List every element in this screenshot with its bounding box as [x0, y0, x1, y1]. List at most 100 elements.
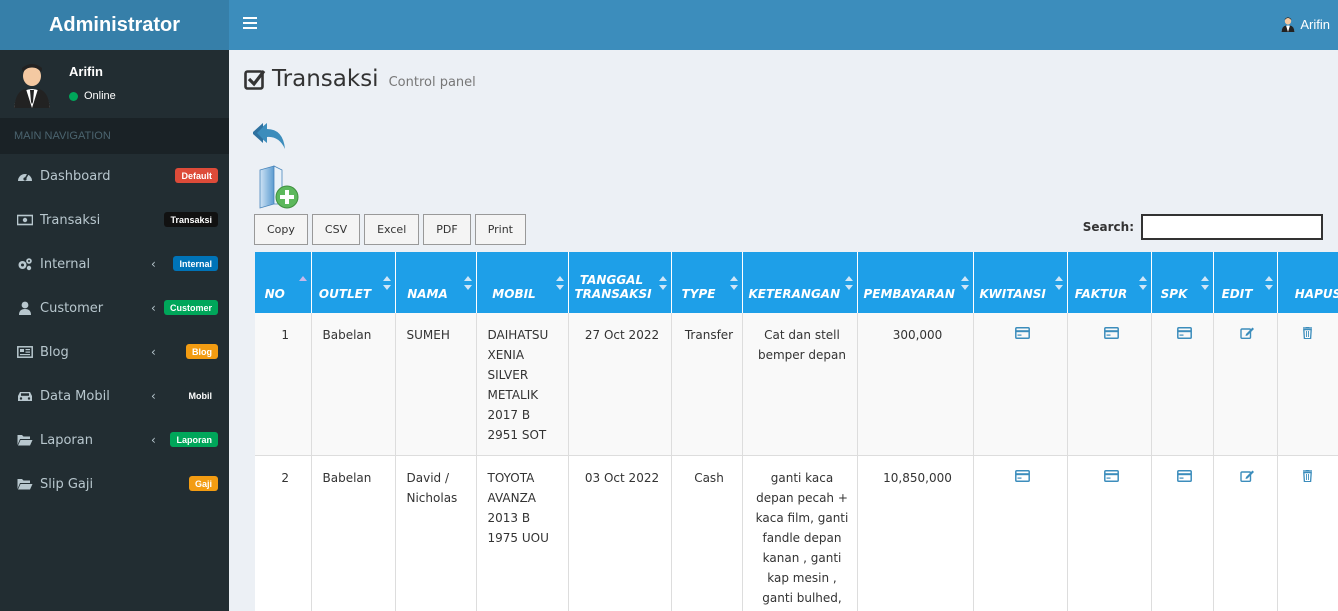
- add-document-icon[interactable]: [256, 164, 300, 212]
- copy-button[interactable]: Copy: [254, 214, 308, 245]
- table-row[interactable]: 2 Babelan David / Nicholas TOYOTA AVANZA 20…: [255, 455, 1338, 611]
- column-header-label: NO: [264, 287, 285, 301]
- edit-icon[interactable]: [1240, 327, 1255, 342]
- column-header-mobil[interactable]: MOBIL: [476, 252, 569, 313]
- cell-type: Cash: [671, 455, 743, 611]
- sidebar-item-label: Internal: [40, 256, 91, 272]
- content: Transaksi Control panel Copy CSV Excel PDF P…: [229, 50, 1338, 611]
- sidebar-badge: Customer: [163, 300, 218, 315]
- sidebar-toggle-icon[interactable]: [243, 17, 257, 31]
- cell-outlet: Babelan: [311, 313, 396, 456]
- column-header-label: OUTLET: [318, 287, 372, 301]
- sidebar-badge: Laporan: [170, 432, 218, 447]
- cell-no: 2: [255, 455, 312, 611]
- app-logo[interactable]: Administrator: [0, 0, 229, 50]
- cell-keterangan: ganti kaca depan pecah + kaca film, gant…: [742, 455, 858, 611]
- column-header-outlet[interactable]: OUTLET: [311, 252, 396, 313]
- column-header-no[interactable]: NO: [255, 252, 312, 313]
- csv-button[interactable]: CSV: [311, 214, 361, 245]
- cogs-icon: [17, 257, 33, 271]
- sidebar-item-label: Blog: [40, 344, 69, 360]
- cell-kwitansi: [973, 455, 1068, 611]
- sidebar-item-dashboard[interactable]: Dashboard Default: [0, 154, 229, 198]
- spk-credit-card-icon[interactable]: [1177, 327, 1192, 342]
- sort-icon: [1200, 276, 1209, 290]
- sidebar-item-laporan[interactable]: Laporan ‹ Laporan: [0, 418, 229, 462]
- cell-spk: [1151, 455, 1214, 611]
- column-header-pembayaran[interactable]: PEMBAYARAN: [857, 252, 974, 313]
- sidebar-badge: Blog: [186, 344, 218, 359]
- sidebar-badge: Gaji: [188, 476, 218, 491]
- sidebar-badge: Mobil: [182, 388, 218, 403]
- faktur-credit-card-icon[interactable]: [1104, 327, 1119, 342]
- sidebar-menu: Dashboard Default Transaksi Transaksi Intern…: [0, 154, 229, 506]
- sidebar-item-label: Data Mobil: [40, 388, 110, 404]
- online-dot-icon: [69, 91, 78, 101]
- excel-button[interactable]: Excel: [364, 214, 420, 245]
- cell-faktur: [1067, 455, 1152, 611]
- edit-icon[interactable]: [1240, 470, 1255, 485]
- user-status: Online: [69, 90, 116, 102]
- money-icon: [16, 213, 34, 227]
- search-box: Search:: [1083, 214, 1323, 240]
- sidebar-item-internal[interactable]: Internal ‹ Internal: [0, 242, 229, 286]
- column-header-keterangan[interactable]: KETERANGAN: [742, 252, 858, 313]
- top-user-menu[interactable]: Arifin: [1281, 16, 1330, 32]
- search-label: Search:: [1082, 220, 1134, 234]
- sort-icon: [555, 276, 564, 290]
- search-input[interactable]: [1141, 214, 1323, 240]
- sidebar-item-label: Laporan: [40, 432, 93, 448]
- column-header-label: TYPE: [681, 287, 716, 301]
- cell-nama: David / Nicholas: [395, 455, 477, 611]
- sidebar-item-label: Dashboard: [40, 168, 111, 184]
- table-header-row: NO OUTLET NAMA MOBIL TANGGAL TRANSAKSI TYPE KE…: [255, 252, 1338, 313]
- column-header-kwitansi[interactable]: KWITANSI: [973, 252, 1068, 313]
- column-header-nama[interactable]: NAMA: [395, 252, 477, 313]
- sort-icon: [729, 276, 738, 290]
- folder-open-icon: [17, 477, 33, 491]
- trash-icon[interactable]: [1300, 327, 1315, 342]
- sidebar-item-blog[interactable]: Blog ‹ Blog: [0, 330, 229, 374]
- sort-icon: [298, 276, 307, 281]
- folder-open-icon: [17, 433, 33, 447]
- faktur-credit-card-icon[interactable]: [1104, 470, 1119, 485]
- sidebar-item-slip-gaji[interactable]: Slip Gaji Gaji: [0, 462, 229, 506]
- car-icon: [17, 389, 33, 403]
- sort-icon: [1264, 276, 1273, 290]
- kwitansi-credit-card-icon[interactable]: [1015, 470, 1030, 485]
- column-header-hapus[interactable]: HAPUS: [1277, 252, 1338, 313]
- sidebar-item-transaksi[interactable]: Transaksi Transaksi: [0, 198, 229, 242]
- column-header-tanggal-transaksi[interactable]: TANGGAL TRANSAKSI: [568, 252, 672, 313]
- kwitansi-credit-card-icon[interactable]: [1015, 327, 1030, 342]
- export-buttons: Copy CSV Excel PDF Print: [254, 214, 530, 245]
- sort-icon: [658, 276, 667, 290]
- back-reply-all-icon[interactable]: [253, 121, 287, 151]
- column-header-faktur[interactable]: FAKTUR: [1067, 252, 1152, 313]
- cell-tanggal: 27 Oct 2022: [568, 313, 672, 456]
- column-header-type[interactable]: TYPE: [671, 252, 743, 313]
- cell-no: 1: [255, 313, 312, 456]
- sidebar-item-data-mobil[interactable]: Data Mobil ‹ Mobil: [0, 374, 229, 418]
- chevron-left-icon: ‹: [151, 345, 156, 359]
- top-user-name: Arifin: [1300, 16, 1330, 32]
- user-avatar-icon: [1281, 17, 1295, 32]
- sidebar-badge: Internal: [173, 256, 218, 271]
- column-header-label: PEMBAYARAN: [863, 287, 955, 301]
- trash-icon[interactable]: [1300, 470, 1315, 485]
- sidebar-badge: Transaksi: [164, 212, 218, 227]
- sort-icon: [844, 276, 853, 290]
- sidebar-item-customer[interactable]: Customer ‹ Customer: [0, 286, 229, 330]
- pdf-button[interactable]: PDF: [423, 214, 471, 245]
- column-header-spk[interactable]: SPK: [1151, 252, 1214, 313]
- column-header-label: MOBIL: [492, 287, 536, 301]
- column-header-edit[interactable]: EDIT: [1213, 252, 1278, 313]
- print-button[interactable]: Print: [474, 214, 526, 245]
- table-row[interactable]: 1 Babelan SUMEH DAIHATSU XENIA SILVER METAL…: [255, 313, 1338, 456]
- column-header-label: SPK: [1160, 287, 1188, 301]
- cell-outlet: Babelan: [311, 455, 396, 611]
- newspaper-icon: [17, 345, 33, 359]
- sort-icon: [463, 276, 472, 290]
- spk-credit-card-icon[interactable]: [1177, 470, 1192, 485]
- cell-edit: [1213, 313, 1278, 456]
- user-avatar-icon: [14, 64, 50, 108]
